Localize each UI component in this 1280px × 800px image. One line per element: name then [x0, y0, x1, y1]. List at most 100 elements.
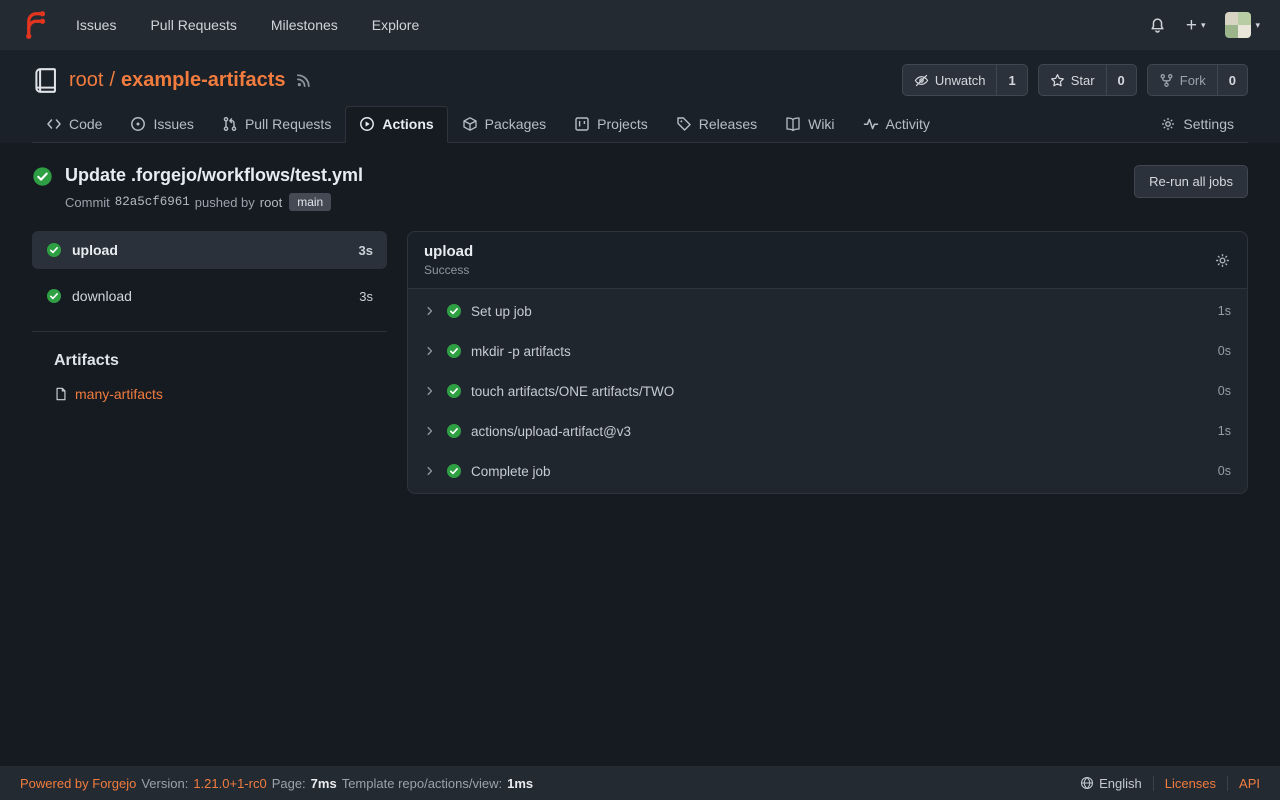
- run-title: Update .forgejo/workflows/test.yml: [65, 165, 363, 186]
- step-name: touch artifacts/ONE artifacts/TWO: [471, 384, 674, 399]
- unwatch-button[interactable]: Unwatch: [903, 65, 997, 95]
- tab-issues[interactable]: Issues: [116, 106, 207, 143]
- job-item-upload[interactable]: upload 3s: [32, 231, 387, 269]
- tab-actions[interactable]: Actions: [345, 106, 447, 143]
- step-row-complete-job[interactable]: Complete job 0s: [408, 451, 1247, 491]
- chevron-right-icon: [424, 385, 436, 397]
- nav-item-pull-requests[interactable]: Pull Requests: [150, 17, 236, 33]
- sidebar-divider: [32, 331, 387, 332]
- branch-badge[interactable]: main: [289, 193, 331, 211]
- tab-label: Releases: [699, 116, 757, 132]
- tab-packages[interactable]: Packages: [448, 106, 560, 143]
- version-link[interactable]: 1.21.0+1-rc0: [193, 776, 266, 791]
- tab-label: Projects: [597, 116, 648, 132]
- api-link[interactable]: API: [1227, 776, 1260, 791]
- step-duration: 0s: [1218, 464, 1231, 478]
- step-name: mkdir -p artifacts: [471, 344, 571, 359]
- tab-label: Packages: [485, 116, 546, 132]
- file-icon: [54, 387, 68, 401]
- create-new-button[interactable]: + ▾: [1186, 16, 1206, 35]
- language-selector[interactable]: English: [1069, 776, 1153, 791]
- forgejo-logo-icon: [20, 10, 50, 40]
- tab-projects[interactable]: Projects: [560, 106, 662, 143]
- tab-pull-requests[interactable]: Pull Requests: [208, 106, 345, 143]
- play-circle-icon: [359, 116, 375, 132]
- forgejo-logo[interactable]: [20, 10, 50, 40]
- template-time-value: 1ms: [507, 776, 533, 791]
- repo-action-buttons: Unwatch 1 Star 0: [902, 64, 1248, 96]
- pulse-icon: [863, 116, 879, 132]
- repo-icon: [32, 67, 59, 94]
- unwatch-label: Unwatch: [935, 73, 986, 88]
- user-menu-button[interactable]: ▾: [1225, 12, 1260, 38]
- fork-button[interactable]: Fork: [1148, 65, 1217, 95]
- artifact-name: many-artifacts: [75, 386, 163, 402]
- job-panel-title: upload: [424, 243, 473, 260]
- job-name: download: [72, 288, 132, 304]
- step-row-touch[interactable]: touch artifacts/ONE artifacts/TWO 0s: [408, 371, 1247, 411]
- chevron-right-icon: [424, 345, 436, 357]
- step-name: Complete job: [471, 464, 551, 479]
- tag-icon: [676, 116, 692, 132]
- step-row-mkdir[interactable]: mkdir -p artifacts 0s: [408, 331, 1247, 371]
- stars-count[interactable]: 0: [1106, 65, 1136, 95]
- job-panel-header: upload Success: [408, 232, 1247, 288]
- commit-label: Commit: [65, 195, 110, 210]
- rerun-all-jobs-button[interactable]: Re-run all jobs: [1134, 165, 1248, 198]
- artifacts-heading: Artifacts: [32, 352, 387, 370]
- notifications-button[interactable]: [1149, 17, 1166, 34]
- job-success-check-icon: [46, 288, 62, 304]
- job-panel-status: Success: [424, 263, 473, 277]
- run-header: Update .forgejo/workflows/test.yml Commi…: [32, 165, 1248, 211]
- star-button[interactable]: Star: [1039, 65, 1106, 95]
- actions-run-page: Update .forgejo/workflows/test.yml Commi…: [0, 143, 1280, 766]
- tab-label: Wiki: [808, 116, 834, 132]
- job-duration: 3s: [359, 289, 373, 304]
- tab-activity[interactable]: Activity: [849, 106, 944, 143]
- rss-feed-button[interactable]: [296, 73, 311, 88]
- step-name: Set up job: [471, 304, 532, 319]
- job-detail-panel: upload Success Set up jo: [407, 231, 1248, 494]
- fork-icon: [1159, 73, 1174, 88]
- tab-settings[interactable]: Settings: [1146, 106, 1248, 143]
- licenses-link[interactable]: Licenses: [1153, 776, 1227, 791]
- forks-count[interactable]: 0: [1217, 65, 1247, 95]
- step-duration: 0s: [1218, 384, 1231, 398]
- step-row-upload-artifact[interactable]: actions/upload-artifact@v3 1s: [408, 411, 1247, 451]
- job-item-download[interactable]: download 3s: [32, 277, 387, 315]
- nav-item-issues[interactable]: Issues: [76, 17, 116, 33]
- step-success-check-icon: [446, 423, 462, 439]
- footer: Powered by Forgejo Version: 1.21.0+1-rc0…: [0, 766, 1280, 800]
- repo-name-link[interactable]: example-artifacts: [121, 69, 286, 92]
- pushed-by-text: pushed by: [195, 195, 255, 210]
- avatar: [1225, 12, 1251, 38]
- tab-wiki[interactable]: Wiki: [771, 106, 848, 143]
- nav-item-milestones[interactable]: Milestones: [271, 17, 338, 33]
- repo-owner-link[interactable]: root: [69, 69, 103, 92]
- tab-label: Pull Requests: [245, 116, 331, 132]
- rss-icon: [296, 73, 311, 88]
- gear-icon: [1214, 252, 1231, 269]
- commit-sha-link[interactable]: 82a5cf6961: [115, 195, 190, 209]
- run-success-check-icon: [32, 166, 53, 187]
- nav-item-explore[interactable]: Explore: [372, 17, 419, 33]
- footer-left: Powered by Forgejo Version: 1.21.0+1-rc0…: [20, 776, 533, 791]
- watchers-count[interactable]: 1: [996, 65, 1026, 95]
- repo-title-row: root / example-artifacts: [32, 64, 1248, 96]
- fork-label: Fork: [1180, 73, 1206, 88]
- step-duration: 1s: [1218, 424, 1231, 438]
- code-icon: [46, 116, 62, 132]
- pull-request-icon: [222, 116, 238, 132]
- job-options-button[interactable]: [1214, 252, 1231, 269]
- powered-by-link[interactable]: Powered by Forgejo: [20, 776, 136, 791]
- pusher-link[interactable]: root: [260, 195, 282, 210]
- artifact-link-many-artifacts[interactable]: many-artifacts: [32, 386, 387, 402]
- job-name: upload: [72, 242, 118, 258]
- tab-code[interactable]: Code: [32, 106, 116, 143]
- tab-releases[interactable]: Releases: [662, 106, 771, 143]
- repo-tab-bar: Code Issues Pull Requests Actions: [32, 106, 1248, 143]
- step-success-check-icon: [446, 383, 462, 399]
- job-steps-list: Set up job 1s mkdir -p artifacts 0s: [408, 288, 1247, 493]
- step-row-set-up-job[interactable]: Set up job 1s: [408, 291, 1247, 331]
- repo-header: root / example-artifacts: [0, 50, 1280, 143]
